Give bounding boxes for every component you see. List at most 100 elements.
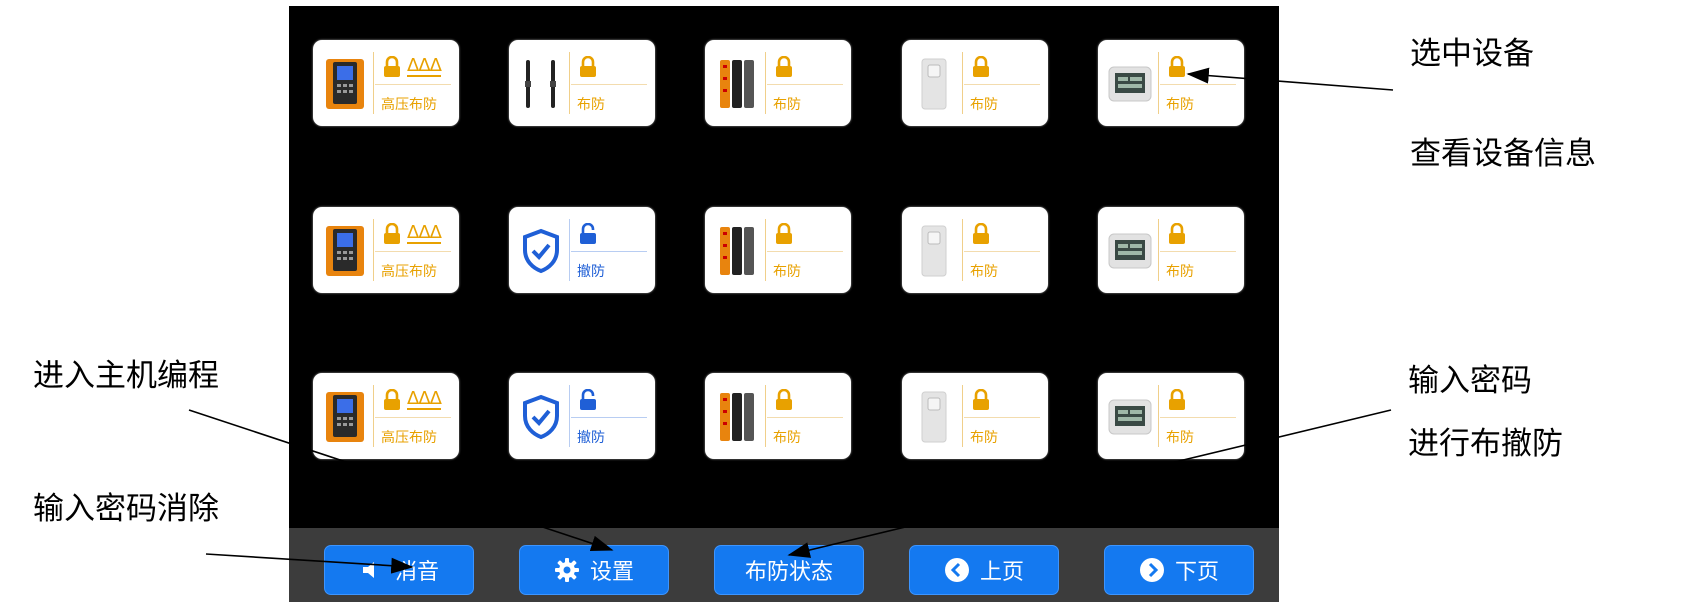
device-state: 撤防 (577, 430, 605, 446)
device-card[interactable]: 布防 (509, 40, 655, 126)
card-divider (373, 52, 374, 114)
device-state: 高压布防 (381, 264, 437, 280)
device-card[interactable]: 布防 (1098, 373, 1244, 459)
lock-icon (972, 55, 990, 78)
unlock-icon (579, 222, 597, 245)
high-voltage-indicator: ΔΔΔ (407, 222, 442, 244)
device-card[interactable]: 布防 (902, 373, 1048, 459)
shield-check-icon (519, 389, 563, 445)
device-state: 布防 (970, 264, 998, 280)
note-select-device: 选中设备 (1410, 36, 1534, 72)
card-divider (375, 417, 451, 418)
device-state: 撤防 (577, 264, 605, 280)
chevron-right-icon (1139, 557, 1165, 583)
card-divider (1158, 219, 1159, 281)
keypad-panel-icon (323, 56, 367, 112)
prev-page-label: 上页 (979, 560, 1024, 585)
unlock-icon (579, 388, 597, 411)
controller-screen: ΔΔΔ 高压布防 布防 布防 布防 布防 ΔΔΔ 高压布防 撤防 布防 布防 布防 ΔΔΔ 高压布防 撤防布… (289, 6, 1279, 602)
card-divider (1158, 52, 1159, 114)
device-state: 布防 (1166, 97, 1194, 113)
keypad-panel-icon (323, 389, 367, 445)
device-card[interactable]: 布防 (1098, 207, 1244, 293)
device-state: 布防 (970, 97, 998, 113)
device-card[interactable]: 布防 (902, 40, 1048, 126)
lock-icon (579, 55, 597, 78)
prev-page-button[interactable]: 上页 (909, 545, 1059, 595)
shield-check-icon (519, 223, 563, 279)
note-arm-disarm: 进行布撤防 (1408, 426, 1563, 462)
device-card[interactable]: 布防 (705, 207, 851, 293)
device-card[interactable]: 布防 (1098, 40, 1244, 126)
device-state: 布防 (1166, 264, 1194, 280)
lock-icon (1168, 55, 1186, 78)
lock-icon (383, 222, 401, 245)
fence-detector-icon (715, 223, 759, 279)
device-state: 布防 (970, 430, 998, 446)
settings-label: 设置 (589, 560, 634, 585)
lock-icon (383, 388, 401, 411)
pir-sensor-icon (912, 223, 956, 279)
device-card[interactable]: 布防 (705, 40, 851, 126)
device-card[interactable]: 布防 (705, 373, 851, 459)
high-voltage-indicator: ΔΔΔ (407, 388, 442, 410)
device-state: 布防 (773, 430, 801, 446)
card-divider (1160, 251, 1236, 252)
device-card[interactable]: ΔΔΔ 高压布防 (313, 40, 459, 126)
pir-sensor-icon (912, 56, 956, 112)
card-divider (373, 219, 374, 281)
device-state: 高压布防 (381, 430, 437, 446)
note-password-clear: 输入密码消除 (33, 491, 219, 527)
card-divider (964, 417, 1040, 418)
note-view-info: 查看设备信息 (1410, 136, 1596, 172)
fence-detector-icon (715, 389, 759, 445)
device-state: 布防 (1166, 430, 1194, 446)
card-divider (767, 417, 843, 418)
card-divider (373, 385, 374, 447)
card-divider (1158, 385, 1159, 447)
card-divider (1160, 417, 1236, 418)
card-divider (765, 52, 766, 114)
device-card[interactable]: ΔΔΔ 高压布防 (313, 373, 459, 459)
lock-icon (383, 55, 401, 78)
lock-icon (1168, 222, 1186, 245)
card-divider (1160, 84, 1236, 85)
card-divider (571, 84, 647, 85)
device-card[interactable]: 撤防 (509, 207, 655, 293)
speaker-icon (359, 557, 385, 583)
device-card[interactable]: 撤防 (509, 373, 655, 459)
lock-icon (775, 222, 793, 245)
card-divider (569, 219, 570, 281)
thermometer-display-icon (1108, 389, 1152, 445)
card-divider (767, 251, 843, 252)
pir-sensor-icon (912, 389, 956, 445)
lock-icon (775, 55, 793, 78)
card-divider (375, 84, 451, 85)
chevron-left-icon (944, 557, 970, 583)
card-divider (765, 219, 766, 281)
card-divider (375, 251, 451, 252)
device-card[interactable]: ΔΔΔ 高压布防 (313, 207, 459, 293)
mute-button[interactable]: 消音 (324, 545, 474, 595)
device-card[interactable]: 布防 (902, 207, 1048, 293)
settings-button[interactable]: 设置 (519, 545, 669, 595)
next-page-button[interactable]: 下页 (1104, 545, 1254, 595)
card-divider (964, 84, 1040, 85)
fence-detector-icon (715, 56, 759, 112)
card-divider (962, 52, 963, 114)
lock-icon (1168, 388, 1186, 411)
arm-status-button[interactable]: 布防状态 (714, 545, 864, 595)
next-page-label: 下页 (1174, 560, 1219, 585)
card-divider (571, 251, 647, 252)
note-enter-password: 输入密码 (1408, 363, 1532, 399)
thermometer-display-icon (1108, 56, 1152, 112)
mute-label: 消音 (394, 560, 439, 585)
card-divider (962, 385, 963, 447)
card-divider (767, 84, 843, 85)
card-divider (765, 385, 766, 447)
lock-icon (972, 222, 990, 245)
device-state: 高压布防 (381, 97, 437, 113)
keypad-panel-icon (323, 223, 367, 279)
lock-icon (775, 388, 793, 411)
arm-status-label: 布防状态 (744, 560, 833, 585)
